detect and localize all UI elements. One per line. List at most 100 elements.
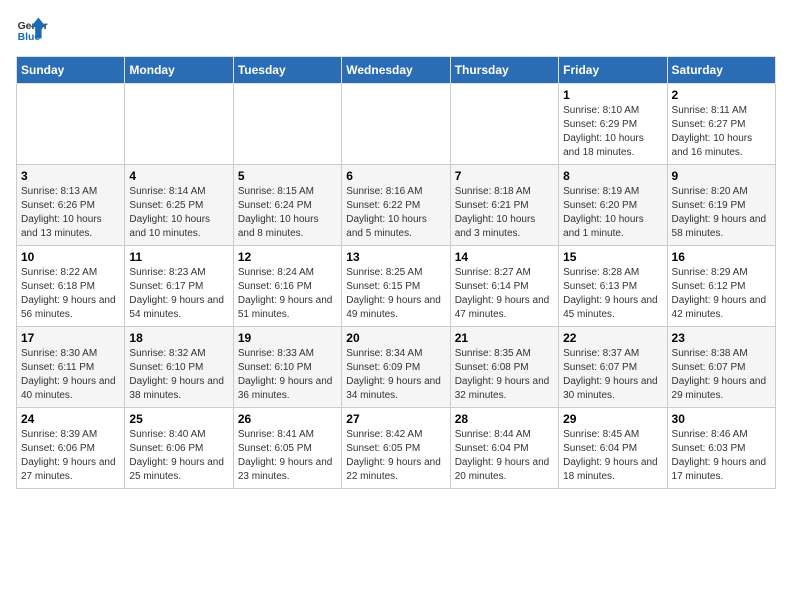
calendar-cell: 8 Sunrise: 8:19 AM Sunset: 6:20 PM Daylig… bbox=[559, 165, 667, 246]
day-number: 14 bbox=[455, 250, 554, 264]
calendar-cell bbox=[233, 84, 341, 165]
day-info: Sunrise: 8:30 AM Sunset: 6:11 PM Dayligh… bbox=[21, 347, 120, 403]
day-number: 1 bbox=[563, 88, 662, 102]
calendar-cell: 30Sunrise: 8:46 AM Sunset: 6:03 PM Dayli… bbox=[667, 408, 775, 489]
calendar-cell: 21 Sunrise: 8:35 AM Sunset: 6:08 PM Dayli… bbox=[450, 327, 558, 408]
day-number: 18 bbox=[129, 331, 228, 345]
day-info: Sunrise: 8:13 AM Sunset: 6:26 PM Dayligh… bbox=[21, 185, 120, 241]
day-info: Sunrise: 8:37 AM Sunset: 6:07 PM Dayligh… bbox=[563, 347, 662, 403]
calendar-cell bbox=[17, 84, 125, 165]
calendar-cell: 19Sunrise: 8:33 AM Sunset: 6:10 PM Dayli… bbox=[233, 327, 341, 408]
day-info: Sunrise: 8:27 AM Sunset: 6:14 PM Dayligh… bbox=[455, 266, 554, 322]
calendar-cell: 3Sunrise: 8:13 AM Sunset: 6:26 PM Daylig… bbox=[17, 165, 125, 246]
calendar-cell: 7 Sunrise: 8:18 AM Sunset: 6:21 PM Daylig… bbox=[450, 165, 558, 246]
calendar-cell: 4 Sunrise: 8:14 AM Sunset: 6:25 PM Daylig… bbox=[125, 165, 233, 246]
day-info: Sunrise: 8:29 AM Sunset: 6:12 PM Dayligh… bbox=[672, 266, 771, 322]
day-number: 5 bbox=[238, 169, 337, 183]
calendar-cell: 27 Sunrise: 8:42 AM Sunset: 6:05 PM Dayli… bbox=[342, 408, 450, 489]
calendar-cell: 12 Sunrise: 8:24 AM Sunset: 6:16 PM Dayli… bbox=[233, 246, 341, 327]
day-number: 11 bbox=[129, 250, 228, 264]
day-number: 8 bbox=[563, 169, 662, 183]
day-number: 4 bbox=[129, 169, 228, 183]
day-number: 6 bbox=[346, 169, 445, 183]
day-number: 26 bbox=[238, 412, 337, 426]
calendar-cell bbox=[450, 84, 558, 165]
day-number: 13 bbox=[346, 250, 445, 264]
calendar-cell: 6 Sunrise: 8:16 AM Sunset: 6:22 PM Daylig… bbox=[342, 165, 450, 246]
day-number: 22 bbox=[563, 331, 662, 345]
day-number: 29 bbox=[563, 412, 662, 426]
calendar-cell: 14 Sunrise: 8:27 AM Sunset: 6:14 PM Dayli… bbox=[450, 246, 558, 327]
col-header-monday: Monday bbox=[125, 57, 233, 84]
day-info: Sunrise: 8:42 AM Sunset: 6:05 PM Dayligh… bbox=[346, 428, 445, 484]
col-header-tuesday: Tuesday bbox=[233, 57, 341, 84]
col-header-saturday: Saturday bbox=[667, 57, 775, 84]
day-info: Sunrise: 8:20 AM Sunset: 6:19 PM Dayligh… bbox=[672, 185, 771, 241]
day-info: Sunrise: 8:10 AM Sunset: 6:29 PM Dayligh… bbox=[563, 104, 662, 160]
calendar-cell: 15 Sunrise: 8:28 AM Sunset: 6:13 PM Dayli… bbox=[559, 246, 667, 327]
day-number: 10 bbox=[21, 250, 120, 264]
calendar-cell: 5 Sunrise: 8:15 AM Sunset: 6:24 PM Daylig… bbox=[233, 165, 341, 246]
day-info: Sunrise: 8:22 AM Sunset: 6:18 PM Dayligh… bbox=[21, 266, 120, 322]
calendar-cell bbox=[342, 84, 450, 165]
day-number: 20 bbox=[346, 331, 445, 345]
calendar-cell: 9 Sunrise: 8:20 AM Sunset: 6:19 PM Daylig… bbox=[667, 165, 775, 246]
calendar-cell: 29 Sunrise: 8:45 AM Sunset: 6:04 PM Dayli… bbox=[559, 408, 667, 489]
calendar-cell: 11 Sunrise: 8:23 AM Sunset: 6:17 PM Dayli… bbox=[125, 246, 233, 327]
calendar-table: SundayMondayTuesdayWednesdayThursdayFrid… bbox=[16, 56, 776, 489]
day-info: Sunrise: 8:14 AM Sunset: 6:25 PM Dayligh… bbox=[129, 185, 228, 241]
page-header: General Blue bbox=[16, 16, 776, 44]
day-number: 23 bbox=[672, 331, 771, 345]
day-number: 25 bbox=[129, 412, 228, 426]
calendar-cell: 18 Sunrise: 8:32 AM Sunset: 6:10 PM Dayli… bbox=[125, 327, 233, 408]
day-number: 27 bbox=[346, 412, 445, 426]
col-header-thursday: Thursday bbox=[450, 57, 558, 84]
calendar-cell: 25 Sunrise: 8:40 AM Sunset: 6:06 PM Dayli… bbox=[125, 408, 233, 489]
day-number: 28 bbox=[455, 412, 554, 426]
day-info: Sunrise: 8:44 AM Sunset: 6:04 PM Dayligh… bbox=[455, 428, 554, 484]
calendar-cell: 23 Sunrise: 8:38 AM Sunset: 6:07 PM Dayli… bbox=[667, 327, 775, 408]
calendar-cell: 16 Sunrise: 8:29 AM Sunset: 6:12 PM Dayli… bbox=[667, 246, 775, 327]
day-number: 24 bbox=[21, 412, 120, 426]
day-info: Sunrise: 8:41 AM Sunset: 6:05 PM Dayligh… bbox=[238, 428, 337, 484]
day-info: Sunrise: 8:16 AM Sunset: 6:22 PM Dayligh… bbox=[346, 185, 445, 241]
day-number: 30 bbox=[672, 412, 771, 426]
day-number: 9 bbox=[672, 169, 771, 183]
day-info: Sunrise: 8:45 AM Sunset: 6:04 PM Dayligh… bbox=[563, 428, 662, 484]
day-number: 21 bbox=[455, 331, 554, 345]
calendar-cell: 2 Sunrise: 8:11 AM Sunset: 6:27 PM Daylig… bbox=[667, 84, 775, 165]
day-info: Sunrise: 8:34 AM Sunset: 6:09 PM Dayligh… bbox=[346, 347, 445, 403]
calendar-cell: 28 Sunrise: 8:44 AM Sunset: 6:04 PM Dayli… bbox=[450, 408, 558, 489]
day-info: Sunrise: 8:33 AM Sunset: 6:10 PM Dayligh… bbox=[238, 347, 337, 403]
day-info: Sunrise: 8:25 AM Sunset: 6:15 PM Dayligh… bbox=[346, 266, 445, 322]
calendar-cell bbox=[125, 84, 233, 165]
day-info: Sunrise: 8:18 AM Sunset: 6:21 PM Dayligh… bbox=[455, 185, 554, 241]
day-info: Sunrise: 8:32 AM Sunset: 6:10 PM Dayligh… bbox=[129, 347, 228, 403]
day-info: Sunrise: 8:35 AM Sunset: 6:08 PM Dayligh… bbox=[455, 347, 554, 403]
calendar-cell: 10 Sunrise: 8:22 AM Sunset: 6:18 PM Dayli… bbox=[17, 246, 125, 327]
day-number: 15 bbox=[563, 250, 662, 264]
calendar-cell: 1 Sunrise: 8:10 AM Sunset: 6:29 PM Daylig… bbox=[559, 84, 667, 165]
day-info: Sunrise: 8:19 AM Sunset: 6:20 PM Dayligh… bbox=[563, 185, 662, 241]
day-info: Sunrise: 8:40 AM Sunset: 6:06 PM Dayligh… bbox=[129, 428, 228, 484]
calendar-cell: 20 Sunrise: 8:34 AM Sunset: 6:09 PM Dayli… bbox=[342, 327, 450, 408]
day-number: 2 bbox=[672, 88, 771, 102]
day-number: 12 bbox=[238, 250, 337, 264]
col-header-sunday: Sunday bbox=[17, 57, 125, 84]
day-info: Sunrise: 8:24 AM Sunset: 6:16 PM Dayligh… bbox=[238, 266, 337, 322]
day-info: Sunrise: 8:39 AM Sunset: 6:06 PM Dayligh… bbox=[21, 428, 120, 484]
calendar-cell: 17 Sunrise: 8:30 AM Sunset: 6:11 PM Dayli… bbox=[17, 327, 125, 408]
day-info: Sunrise: 8:28 AM Sunset: 6:13 PM Dayligh… bbox=[563, 266, 662, 322]
day-info: Sunrise: 8:15 AM Sunset: 6:24 PM Dayligh… bbox=[238, 185, 337, 241]
day-info: Sunrise: 8:38 AM Sunset: 6:07 PM Dayligh… bbox=[672, 347, 771, 403]
col-header-friday: Friday bbox=[559, 57, 667, 84]
col-header-wednesday: Wednesday bbox=[342, 57, 450, 84]
day-info: Sunrise: 8:23 AM Sunset: 6:17 PM Dayligh… bbox=[129, 266, 228, 322]
day-number: 16 bbox=[672, 250, 771, 264]
day-number: 17 bbox=[21, 331, 120, 345]
day-info: Sunrise: 8:11 AM Sunset: 6:27 PM Dayligh… bbox=[672, 104, 771, 160]
calendar-cell: 26 Sunrise: 8:41 AM Sunset: 6:05 PM Dayli… bbox=[233, 408, 341, 489]
logo: General Blue bbox=[16, 16, 48, 44]
calendar-cell: 22 Sunrise: 8:37 AM Sunset: 6:07 PM Dayli… bbox=[559, 327, 667, 408]
day-number: 7 bbox=[455, 169, 554, 183]
